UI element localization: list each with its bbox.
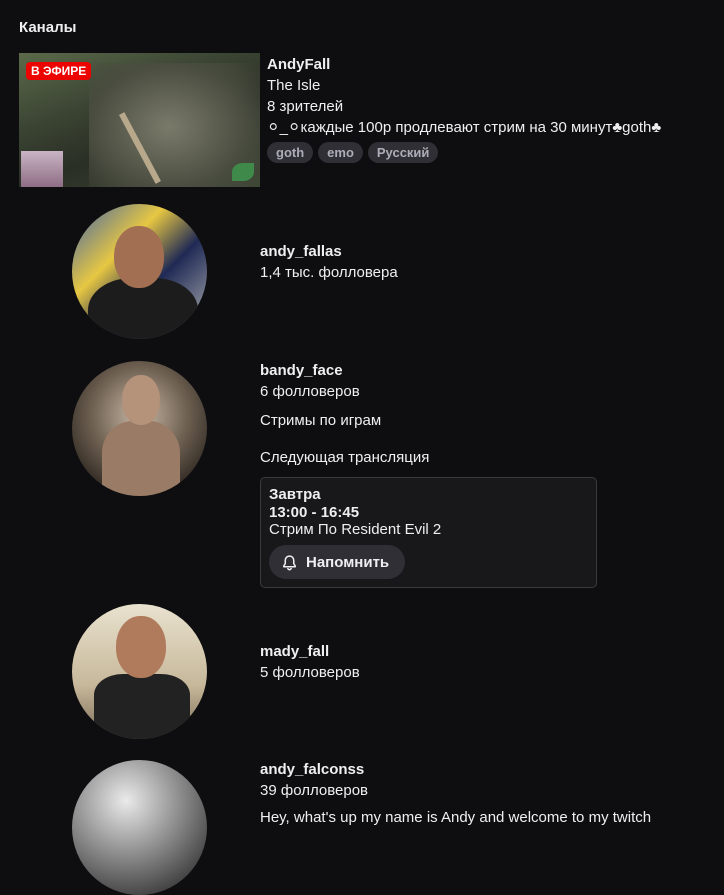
channel-name[interactable]: andy_falconss	[260, 760, 651, 780]
remind-label: Напомнить	[306, 553, 390, 571]
tag[interactable]: goth	[267, 142, 314, 163]
channel-description: Hey, what's up my name is Andy and welco…	[260, 809, 652, 826]
avatar[interactable]	[72, 604, 207, 739]
channel-name[interactable]: AndyFall	[267, 55, 724, 75]
stream-thumbnail[interactable]: В ЭФИРЕ	[19, 53, 260, 187]
game-name[interactable]: The Isle	[267, 75, 724, 96]
schedule-day: Завтра	[269, 486, 321, 503]
bell-icon	[283, 554, 296, 570]
section-title: Каналы	[19, 19, 77, 36]
channel-name[interactable]: bandy_face	[260, 361, 429, 381]
remind-button[interactable]: Напомнить	[269, 545, 405, 579]
next-stream-label: Следующая трансляция	[260, 449, 430, 466]
tag[interactable]: Русский	[367, 142, 439, 163]
avatar[interactable]	[72, 204, 207, 339]
channel-name[interactable]: andy_fallas	[260, 242, 398, 262]
live-channel-info: AndyFall The Isle 8 зрителей ⚪_⚪каждые 1…	[267, 55, 724, 163]
tag-list: goth emo Русский	[267, 142, 724, 163]
viewer-count: 8 зрителей	[267, 98, 344, 115]
live-badge: В ЭФИРЕ	[26, 62, 92, 80]
avatar[interactable]	[72, 361, 207, 496]
stream-title: ⚪_⚪каждые 100р продлевают стрим на 30 ми…	[267, 119, 662, 136]
tag[interactable]: emo	[318, 142, 363, 163]
channel-description: Стримы по играм	[260, 412, 382, 429]
live-channel-card[interactable]: В ЭФИРЕ AndyFall The Isle 8 зрителей ⚪_⚪…	[19, 53, 719, 187]
channel-name[interactable]: mady_fall	[260, 642, 360, 662]
follower-count: 6 фолловеров	[260, 383, 360, 400]
schedule-title: Стрим По Resident Evil 2	[269, 521, 442, 538]
webcam-overlay	[21, 151, 63, 187]
follower-count: 5 фолловеров	[260, 664, 360, 681]
leaf-icon	[232, 163, 254, 181]
follower-count: 1,4 тыс. фолловера	[260, 264, 398, 281]
schedule-card: Завтра 13:00 - 16:45 Стрим По Resident E…	[260, 477, 597, 588]
follower-count: 39 фолловеров	[260, 782, 369, 799]
avatar[interactable]	[72, 760, 207, 895]
